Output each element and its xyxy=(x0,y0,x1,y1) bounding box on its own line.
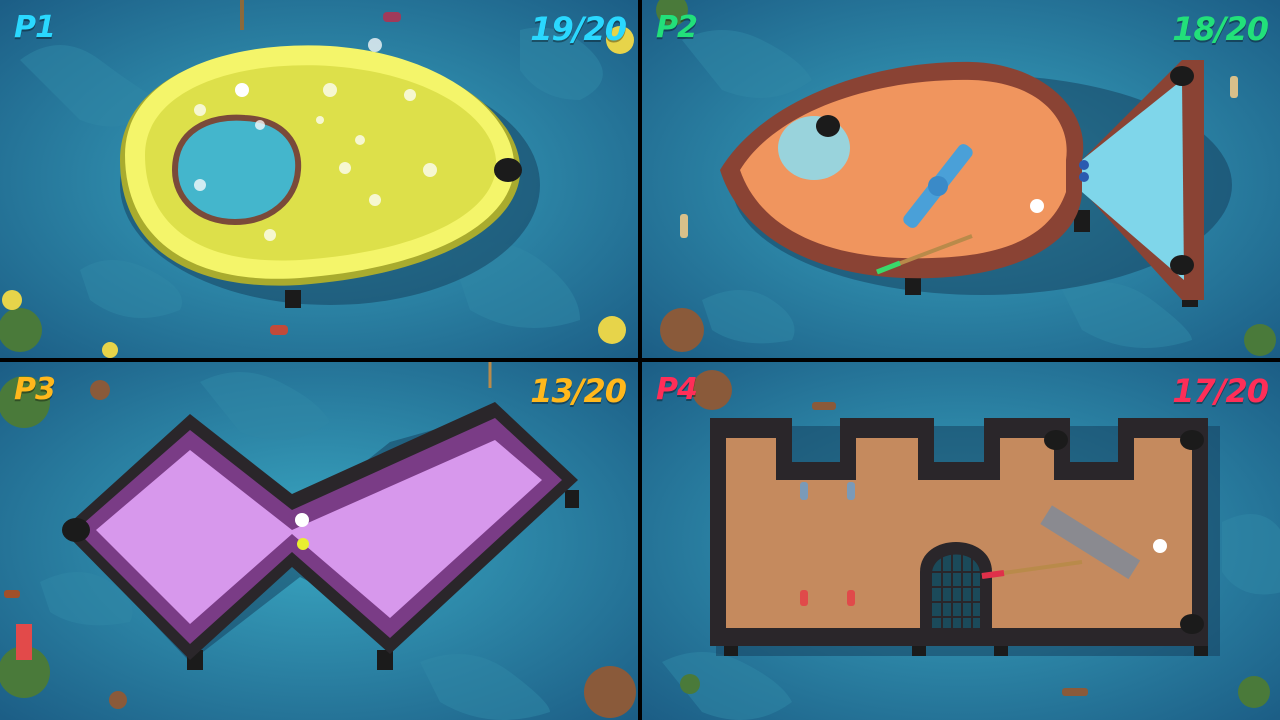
golf-cup xyxy=(1180,430,1204,450)
golf-cup xyxy=(494,158,522,182)
player-label: P1 xyxy=(14,10,56,45)
player-1-scene xyxy=(0,0,638,358)
course-leg xyxy=(565,490,579,508)
golf-cup xyxy=(1044,430,1068,450)
boat-icon xyxy=(812,402,836,410)
boat-icon xyxy=(1062,688,1088,696)
golf-cup xyxy=(1170,66,1194,86)
boat-icon xyxy=(383,12,401,22)
peg xyxy=(800,590,808,606)
golf-ball-secondary xyxy=(297,538,309,550)
boat-icon xyxy=(1230,76,1238,98)
player-label: P3 xyxy=(14,372,56,407)
golf-ball xyxy=(1153,539,1167,553)
golf-cup xyxy=(1170,255,1194,275)
golf-cup xyxy=(816,115,840,137)
player-1-viewport: P1 19/20 xyxy=(0,0,638,358)
score-counter: 19/20 xyxy=(530,10,627,48)
player-2-viewport: P2 18/20 xyxy=(642,0,1280,358)
peg xyxy=(847,590,855,606)
blue-peg xyxy=(1079,160,1089,170)
player-label: P4 xyxy=(656,372,698,407)
golf-ball xyxy=(235,83,249,97)
player-4-scene xyxy=(642,362,1280,720)
score-counter: 18/20 xyxy=(1172,10,1269,48)
peg xyxy=(800,482,808,500)
course-water-hole xyxy=(171,114,302,226)
score-counter: 13/20 xyxy=(530,372,627,410)
boat-icon xyxy=(680,214,688,238)
peg xyxy=(847,482,855,500)
golf-ball xyxy=(295,513,309,527)
golf-cup xyxy=(1180,614,1204,634)
course-leg xyxy=(285,290,301,308)
golf-ball xyxy=(1030,199,1044,213)
boat-icon xyxy=(4,590,20,598)
player-4-viewport: P4 17/20 xyxy=(642,362,1280,720)
player-3-viewport: P3 13/20 xyxy=(0,362,638,720)
player-3-scene xyxy=(0,362,638,720)
cue-stick-grip xyxy=(981,570,1005,579)
boat-icon xyxy=(270,325,288,335)
split-screen-divider-horizontal xyxy=(0,358,1280,362)
blue-peg xyxy=(1079,172,1089,182)
player-label: P2 xyxy=(656,10,698,45)
golf-cup xyxy=(62,518,90,542)
score-counter: 17/20 xyxy=(1172,372,1269,410)
player-2-scene xyxy=(642,0,1280,358)
spinner-hub xyxy=(928,176,948,196)
